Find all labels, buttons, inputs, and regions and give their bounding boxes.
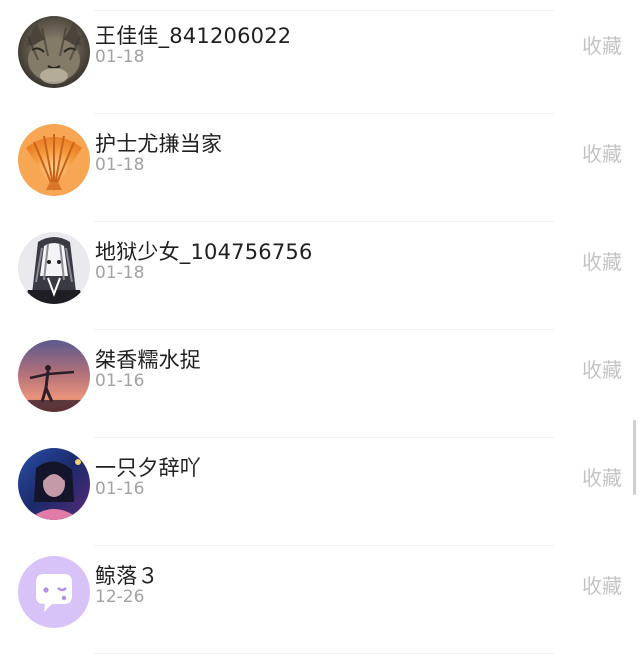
- list-item[interactable]: 桀香糯水捉 01-16 收藏: [0, 324, 640, 432]
- favorite-button[interactable]: 收藏: [582, 354, 622, 383]
- divider: [94, 653, 554, 654]
- friend-name: 护士尤搛当家: [95, 132, 223, 156]
- list-item[interactable]: 地狱少女_104756756 01-18 收藏: [0, 216, 640, 324]
- favorite-button[interactable]: 收藏: [582, 30, 622, 59]
- favorite-button[interactable]: 收藏: [582, 138, 622, 167]
- friend-name: 一只夕辞吖: [95, 456, 201, 480]
- friend-name: 桀香糯水捉: [95, 348, 201, 372]
- list-item[interactable]: 鲸落３ 12-26 收藏: [0, 540, 640, 648]
- friend-date: 01-16: [95, 371, 145, 391]
- scrollbar[interactable]: [633, 420, 636, 495]
- chat-bubble-avatar-icon[interactable]: [18, 556, 90, 628]
- cat-avatar-icon[interactable]: [18, 16, 90, 88]
- seashell-avatar-icon[interactable]: [18, 124, 90, 196]
- friend-date: 12-26: [95, 587, 145, 607]
- night-portrait-avatar-icon[interactable]: [18, 448, 90, 520]
- anime-girl-avatar-icon[interactable]: [18, 232, 90, 304]
- list-item[interactable]: 王佳佳_841206022 01-18 收藏: [0, 0, 640, 108]
- friend-list: 王佳佳_841206022 01-18 收藏 护士尤搛当家 01-18 收藏 地…: [0, 0, 640, 658]
- friend-date: 01-18: [95, 47, 145, 67]
- list-item[interactable]: 护士尤搛当家 01-18 收藏: [0, 108, 640, 216]
- favorite-button[interactable]: 收藏: [582, 462, 622, 491]
- list-item[interactable]: 一只夕辞吖 01-16 收藏: [0, 432, 640, 540]
- friend-date: 01-16: [95, 479, 145, 499]
- friend-name: 王佳佳_841206022: [95, 24, 292, 48]
- friend-date: 01-18: [95, 155, 145, 175]
- friend-name: 地狱少女_104756756: [95, 240, 313, 264]
- sunset-silhouette-avatar-icon[interactable]: [18, 340, 90, 412]
- friend-name: 鲸落３: [95, 564, 159, 588]
- favorite-button[interactable]: 收藏: [582, 246, 622, 275]
- friend-date: 01-18: [95, 263, 145, 283]
- favorite-button[interactable]: 收藏: [582, 570, 622, 599]
